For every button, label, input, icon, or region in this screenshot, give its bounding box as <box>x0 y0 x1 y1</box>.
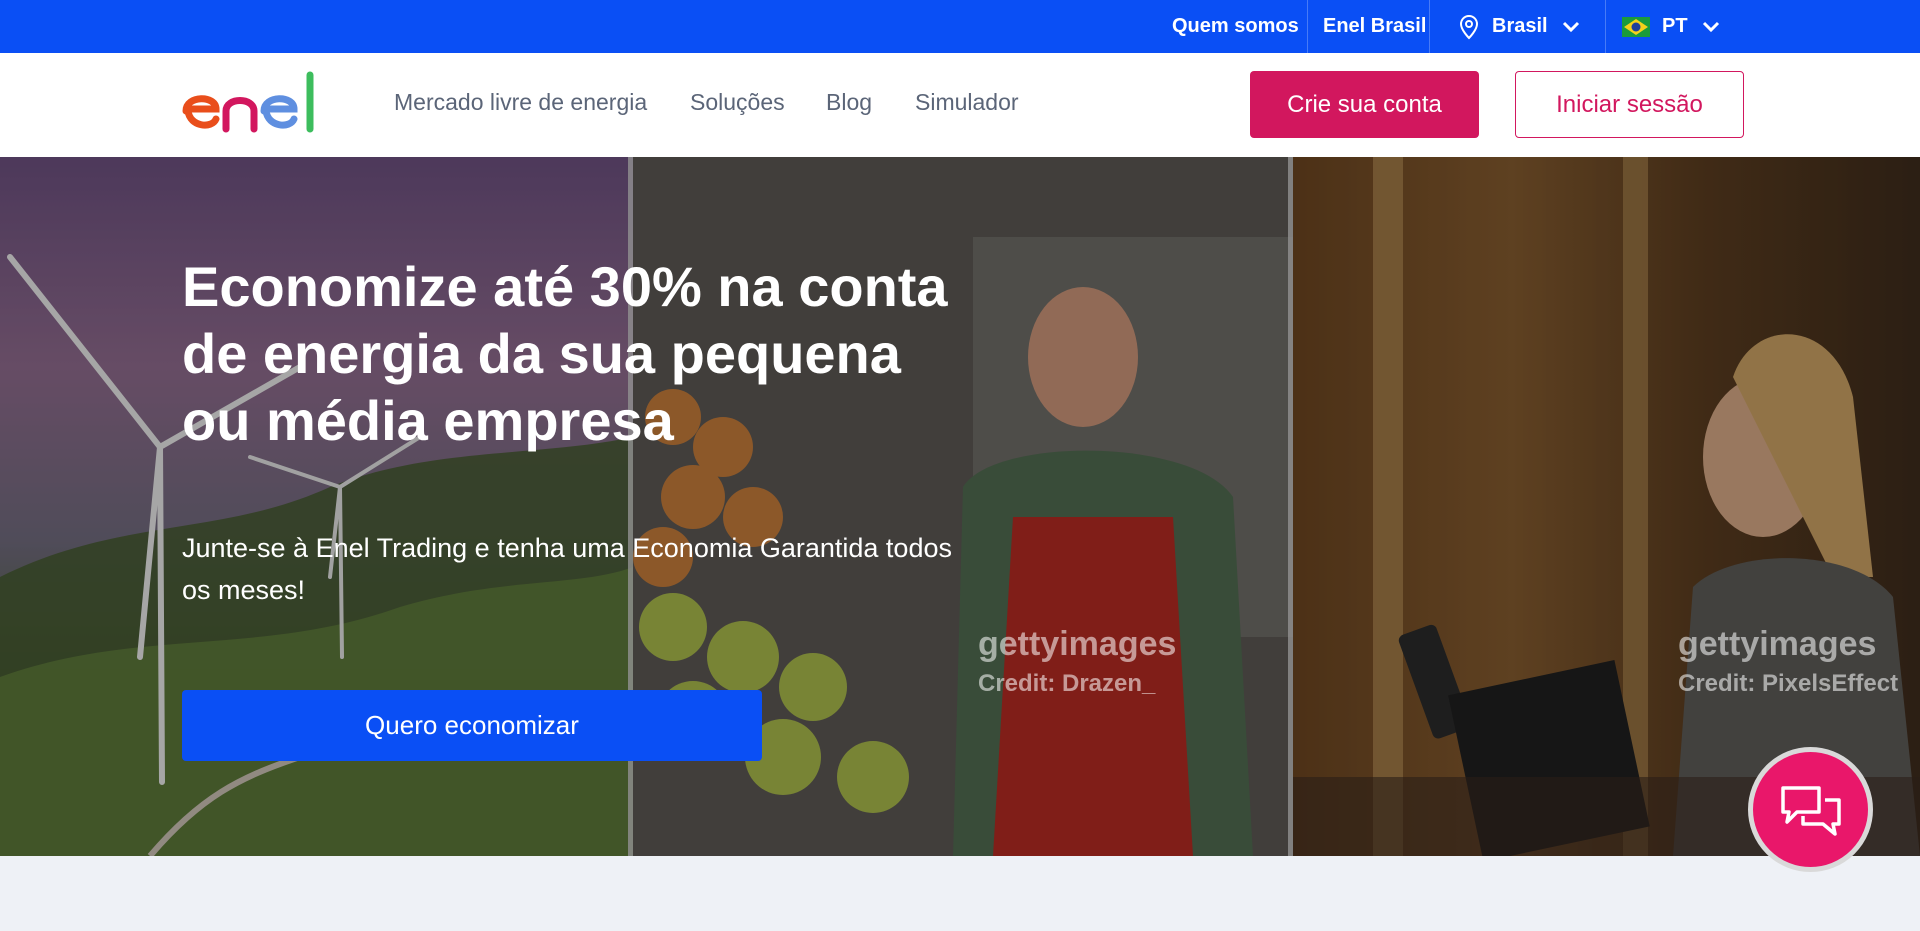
chevron-down-icon <box>1702 21 1719 32</box>
country-selector[interactable]: Brasil <box>1458 0 1580 53</box>
hero-banner: gettyimages Credit: Drazen_ gettyimages … <box>0 157 1920 856</box>
main-header: Mercado livre de energia Soluções Blog S… <box>0 53 1920 157</box>
content-band <box>0 856 1920 931</box>
chat-button[interactable] <box>1748 747 1873 872</box>
nav-mercado-livre[interactable]: Mercado livre de energia <box>394 89 647 116</box>
create-account-button[interactable]: Crie sua conta <box>1250 71 1479 138</box>
topbar-divider <box>1307 0 1308 53</box>
chat-bubbles-icon <box>1780 785 1841 836</box>
topbar-divider <box>1605 0 1606 53</box>
top-utility-bar: Quem somos Enel Brasil Brasil PT <box>0 0 1920 53</box>
sign-in-button[interactable]: Iniciar sessão <box>1515 71 1744 138</box>
nav-solucoes[interactable]: Soluções <box>690 89 785 116</box>
hero-subtitle: Junte-se à Enel Trading e tenha uma Econ… <box>182 533 952 605</box>
country-label: Brasil <box>1492 15 1548 37</box>
enel-brasil-link[interactable]: Enel Brasil <box>1323 0 1426 53</box>
chevron-down-icon <box>1562 21 1579 32</box>
location-pin-icon <box>1459 14 1479 39</box>
getty-watermark: gettyimages Credit: PixelsEffect <box>1678 625 1899 697</box>
brazil-flag-icon <box>1622 16 1650 37</box>
enel-logo[interactable] <box>182 71 332 133</box>
hero-title: Economize até 30% na conta de energia da… <box>182 255 948 452</box>
nav-simulador[interactable]: Simulador <box>915 89 1019 116</box>
quero-economizar-button[interactable]: Quero economizar <box>182 690 762 761</box>
topbar-divider <box>1429 0 1430 53</box>
quem-somos-link[interactable]: Quem somos <box>1172 0 1299 53</box>
getty-watermark: gettyimages Credit: Drazen_ <box>978 625 1177 697</box>
language-label: PT <box>1662 15 1688 37</box>
nav-blog[interactable]: Blog <box>826 89 872 116</box>
language-selector[interactable]: PT <box>1622 0 1720 53</box>
